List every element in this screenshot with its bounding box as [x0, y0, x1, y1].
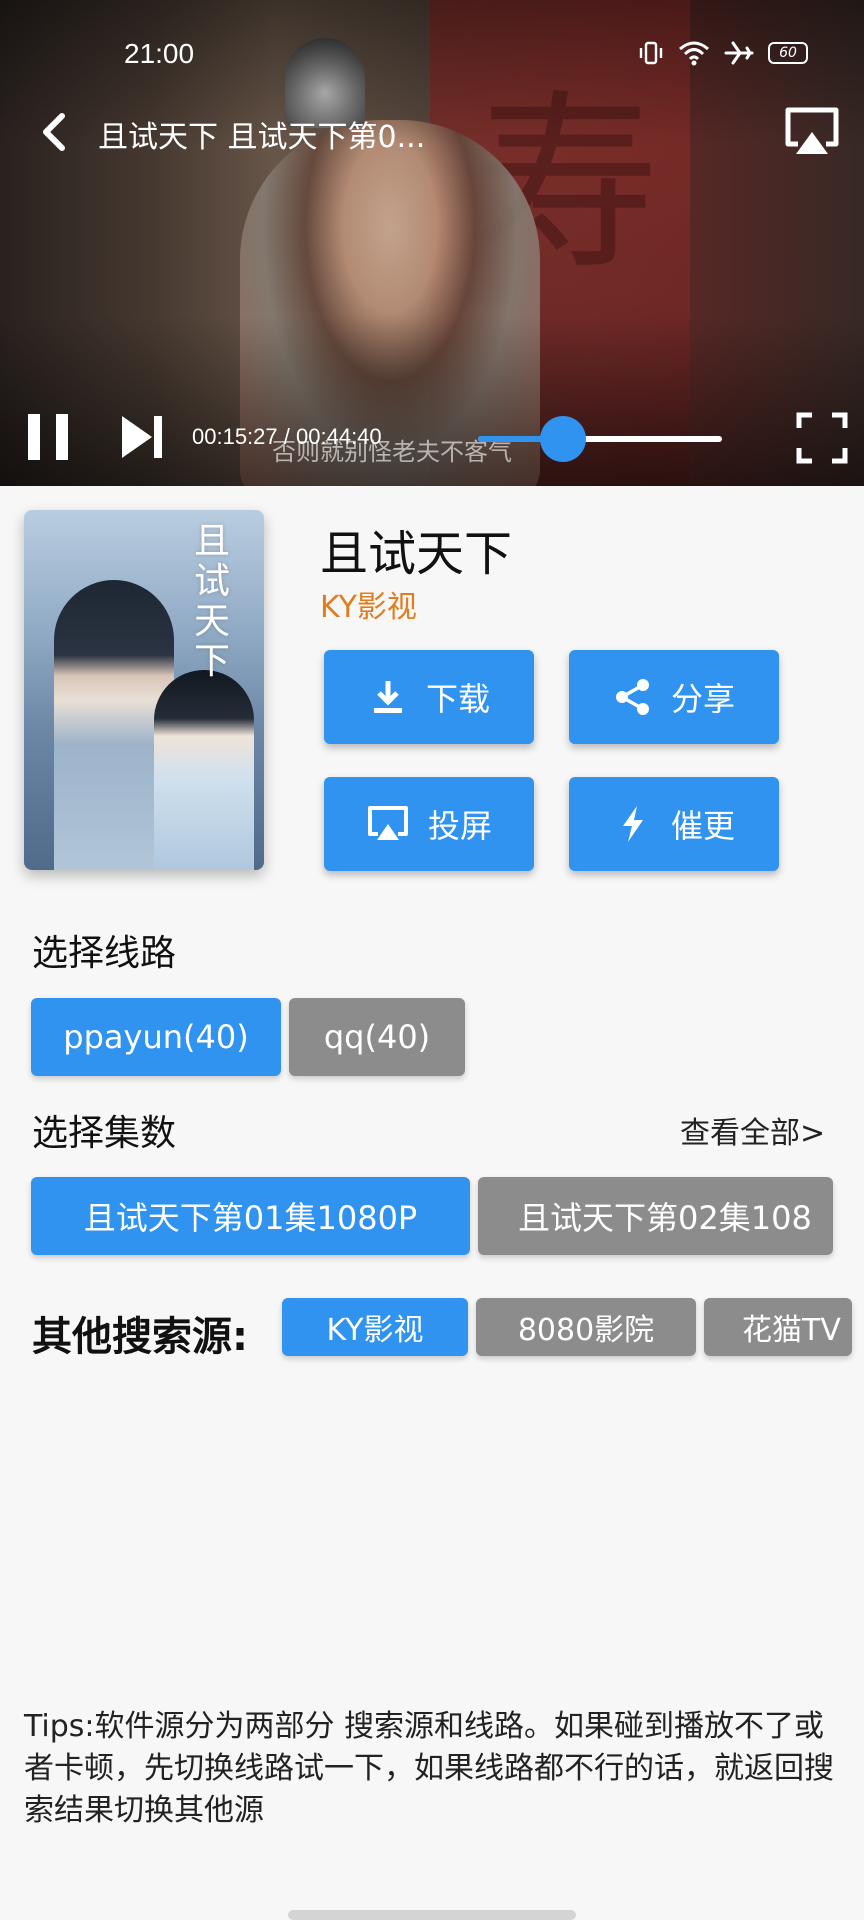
- episodes-title: 选择集数: [32, 1113, 177, 1154]
- routes-title: 选择线路: [32, 933, 177, 974]
- download-label: 下载: [425, 680, 490, 718]
- vibrate-icon: [639, 41, 663, 65]
- view-all-episodes-link[interactable]: 查看全部>: [680, 1108, 825, 1152]
- show-title: 且试天下: [320, 526, 513, 582]
- urge-update-button[interactable]: 催更: [569, 777, 779, 871]
- fullscreen-icon[interactable]: [796, 412, 848, 464]
- status-icons: 60: [638, 40, 808, 66]
- route-chip-label: qq(40): [323, 1018, 431, 1056]
- route-chip-label: ppayun(40): [63, 1018, 249, 1056]
- status-bar: 21:00 60: [0, 30, 864, 80]
- video-player[interactable]: 寿 21:00 60: [0, 0, 864, 486]
- episode-chip-02[interactable]: 且试天下第02集108: [478, 1177, 833, 1255]
- show-poster: 且试天下: [24, 510, 264, 870]
- episode-chip-label: 且试天下第01集1080P: [83, 1199, 418, 1237]
- seek-bar-thumb[interactable]: [540, 416, 587, 462]
- time-readout: 00:15:27 / 00:44:40: [192, 424, 382, 450]
- source-chip-ky[interactable]: KY影视: [282, 1298, 468, 1356]
- status-time: 21:00: [124, 38, 195, 69]
- tips-text: Tips:软件源分为两部分 搜索源和线路。如果碰到播放不了或者卡顿，先切换线路试…: [24, 1709, 834, 1828]
- current-time: 00:15:27: [192, 424, 278, 449]
- battery-icon: 60: [768, 42, 808, 64]
- poster-figure-female: [154, 670, 254, 870]
- route-chip-ppayun[interactable]: ppayun(40): [31, 998, 281, 1076]
- share-icon: [615, 679, 649, 715]
- episode-chip-label: 且试天下第02集108: [518, 1199, 812, 1237]
- cast-button[interactable]: 投屏: [324, 777, 534, 871]
- airplay-icon[interactable]: [782, 104, 842, 160]
- pause-icon[interactable]: [26, 412, 72, 462]
- source-chip-label: KY影视: [326, 1313, 424, 1348]
- source-chip-8080[interactable]: 8080影院: [476, 1298, 696, 1356]
- source-chip-label: 花猫TV: [742, 1313, 841, 1348]
- next-episode-icon[interactable]: [120, 412, 166, 462]
- urge-update-label: 催更: [670, 807, 735, 845]
- route-chip-qq[interactable]: qq(40): [289, 998, 465, 1076]
- source-chip-label: 8080影院: [517, 1313, 655, 1348]
- episode-chip-01[interactable]: 且试天下第01集1080P: [31, 1177, 470, 1255]
- battery-level: 60: [779, 45, 797, 61]
- lightning-icon: [622, 806, 643, 842]
- other-sources-title: 其他搜索源:: [32, 1314, 248, 1360]
- download-icon: [373, 681, 402, 713]
- poster-title-calligraphy: 且试天下: [194, 521, 231, 682]
- video-title: 且试天下 且试天下第0...: [98, 120, 426, 155]
- player-top-bar: 且试天下 且试天下第0...: [0, 100, 864, 164]
- seek-bar[interactable]: [478, 416, 722, 462]
- cast-screen-icon: [367, 806, 408, 840]
- total-time: 00:44:40: [296, 424, 382, 449]
- share-button[interactable]: 分享: [569, 650, 779, 744]
- back-arrow-icon[interactable]: [34, 108, 78, 156]
- share-label: 分享: [670, 680, 735, 718]
- download-button[interactable]: 下载: [324, 650, 534, 744]
- player-controls: 否则就别怪老夫不客气 00:15:27 / 00:44:40: [0, 400, 864, 480]
- wifi-icon: [679, 41, 709, 66]
- home-indicator[interactable]: [288, 1910, 576, 1920]
- time-separator: /: [283, 424, 290, 449]
- show-source: KY影视: [320, 590, 417, 625]
- source-chip-huamao[interactable]: 花猫TV: [704, 1298, 852, 1356]
- airplane-icon: [724, 41, 754, 65]
- cast-label: 投屏: [427, 807, 492, 845]
